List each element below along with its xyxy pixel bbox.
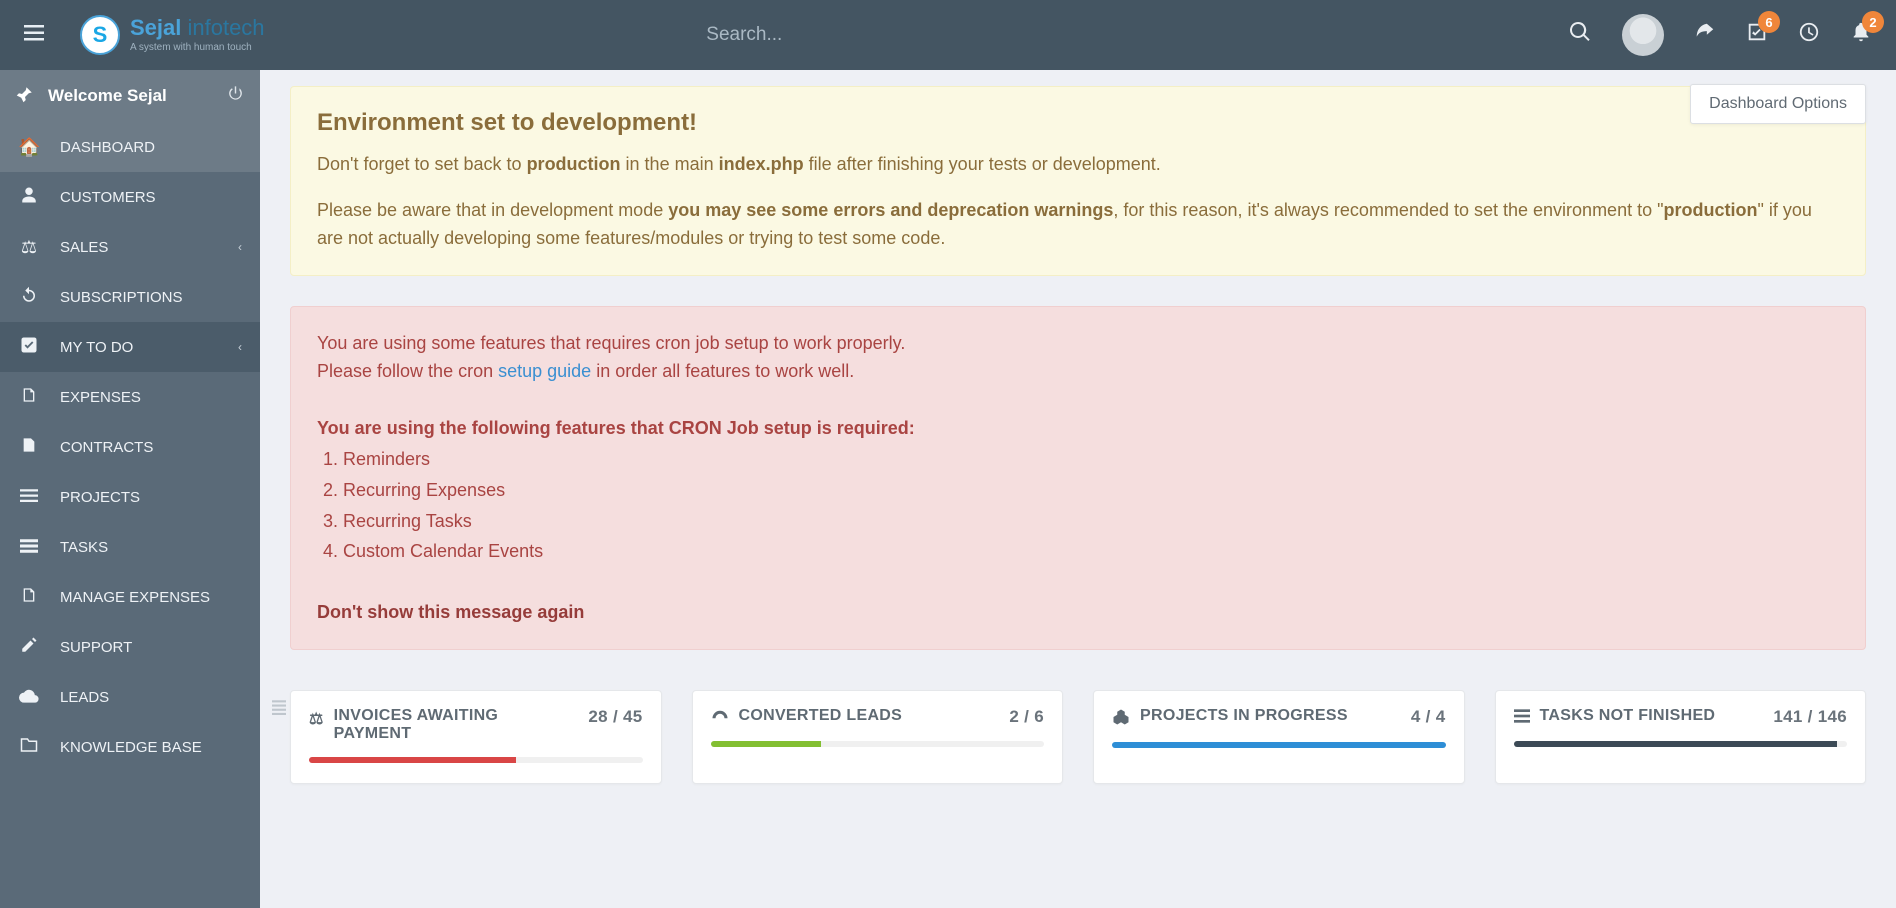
nav-label: SALES [60, 239, 108, 256]
dont-show-again-link[interactable]: Don't show this message again [317, 598, 1839, 627]
pin-icon [16, 85, 34, 108]
stat-card-projects[interactable]: PROJECTS IN PROGRESS 4 / 4 [1093, 690, 1465, 784]
stat-title: CONVERTED LEADS [739, 707, 1000, 725]
cron-required-heading: You are using the following features tha… [317, 414, 1839, 443]
drag-handle-icon[interactable] [272, 700, 286, 721]
cron-setup-guide-link[interactable]: setup guide [498, 361, 591, 381]
brand-name-secondary: infotech [181, 15, 264, 40]
nav-label: SUPPORT [60, 639, 132, 656]
tasks-icon[interactable]: 6 [1746, 21, 1768, 49]
doc-icon [18, 386, 40, 409]
stat-card-invoices[interactable]: ⚖ INVOICES AWAITING PAYMENT 28 / 45 [290, 690, 662, 784]
nav-manage-expenses[interactable]: MANAGE EXPENSES [0, 572, 260, 622]
nav-label: PROJECTS [60, 489, 140, 506]
cron-feature: Reminders [343, 445, 1839, 474]
folder-icon [18, 737, 40, 758]
list-check-icon [1514, 709, 1530, 728]
stat-count: 4 / 4 [1411, 707, 1446, 727]
brand-tagline: A system with human touch [130, 43, 265, 53]
check-square-icon [18, 336, 40, 359]
stat-count: 2 / 6 [1009, 707, 1044, 727]
menu-toggle-icon[interactable] [24, 24, 44, 47]
share-icon[interactable] [1694, 21, 1716, 49]
main-content: Dashboard Options Environment set to dev… [260, 70, 1896, 908]
cron-feature: Recurring Tasks [343, 507, 1839, 536]
env-alert-title: Environment set to development! [317, 109, 1839, 137]
bars-icon [18, 537, 40, 558]
cron-alert: You are using some features that require… [290, 306, 1866, 650]
bell-icon[interactable]: 2 [1850, 21, 1872, 49]
sidebar: Welcome Sejal 🏠 DASHBOARD CUSTOMERS ⚖ SALE… [0, 70, 260, 908]
nav-label: CUSTOMERS [60, 189, 156, 206]
refresh-icon [18, 286, 40, 309]
progress-bar [309, 757, 643, 763]
nav-projects[interactable]: PROJECTS [0, 472, 260, 522]
stat-count: 28 / 45 [588, 707, 642, 727]
cron-features-list: Reminders Recurring Expenses Recurring T… [323, 445, 1839, 566]
list-icon [18, 487, 40, 508]
nav-sales[interactable]: ⚖ SALES ‹ [0, 222, 260, 272]
nav-label: LEADS [60, 689, 109, 706]
tasks-badge: 6 [1758, 11, 1780, 33]
nav-expenses[interactable]: EXPENSES [0, 372, 260, 422]
brand-logo[interactable]: S Sejal infotech A system with human tou… [80, 15, 265, 55]
topbar: S Sejal infotech A system with human tou… [0, 0, 1896, 70]
nav-knowledge-base[interactable]: KNOWLEDGE BASE [0, 722, 260, 772]
stat-card-tasks[interactable]: TASKS NOT FINISHED 141 / 146 [1495, 690, 1867, 784]
dashboard-options-button[interactable]: Dashboard Options [1690, 84, 1866, 124]
cron-line1: You are using some features that require… [317, 329, 1839, 358]
progress-bar [1112, 742, 1446, 748]
nav-label: TASKS [60, 539, 108, 556]
logo-mark-icon: S [80, 15, 120, 55]
welcome-bar: Welcome Sejal [0, 70, 260, 122]
power-icon[interactable] [227, 85, 244, 107]
user-icon [18, 186, 40, 209]
gauge-icon [711, 709, 729, 728]
cron-feature: Recurring Expenses [343, 476, 1839, 505]
stat-title: TASKS NOT FINISHED [1540, 707, 1764, 725]
nav-subscriptions[interactable]: SUBSCRIPTIONS [0, 272, 260, 322]
nav-label: CONTRACTS [60, 439, 153, 456]
search-input[interactable] [706, 24, 1126, 46]
nav-dashboard[interactable]: 🏠 DASHBOARD [0, 122, 260, 172]
home-icon: 🏠 [18, 137, 40, 158]
nav-label: EXPENSES [60, 389, 141, 406]
cubes-icon [1112, 709, 1130, 730]
nav-label: DASHBOARD [60, 139, 155, 156]
avatar[interactable] [1622, 14, 1664, 56]
notifications-badge: 2 [1862, 11, 1884, 33]
nav-list: 🏠 DASHBOARD CUSTOMERS ⚖ SALES ‹ SUBSCRIPTIO… [0, 122, 260, 908]
stat-title: PROJECTS IN PROGRESS [1140, 707, 1401, 725]
clock-icon[interactable] [1798, 21, 1820, 49]
environment-alert: Environment set to development! Don't fo… [290, 86, 1866, 276]
progress-bar [1514, 741, 1848, 747]
nav-leads[interactable]: LEADS [0, 672, 260, 722]
brand-name-main: Sejal [130, 15, 181, 40]
nav-support[interactable]: SUPPORT [0, 622, 260, 672]
nav-contracts[interactable]: CONTRACTS [0, 422, 260, 472]
stats-row: ⚖ INVOICES AWAITING PAYMENT 28 / 45 CONV… [290, 690, 1866, 784]
stat-count: 141 / 146 [1773, 707, 1847, 727]
file-icon [18, 436, 40, 459]
scales-icon: ⚖ [309, 709, 324, 729]
doc-icon [18, 586, 40, 609]
scales-icon: ⚖ [18, 237, 40, 258]
nav-tasks[interactable]: TASKS [0, 522, 260, 572]
welcome-text: Welcome Sejal [48, 86, 213, 106]
stat-title: INVOICES AWAITING PAYMENT [334, 707, 579, 743]
nav-label: SUBSCRIPTIONS [60, 289, 183, 306]
cron-feature: Custom Calendar Events [343, 537, 1839, 566]
stat-card-leads[interactable]: CONVERTED LEADS 2 / 6 [692, 690, 1064, 784]
chevron-left-icon: ‹ [238, 240, 242, 254]
nav-my-todo[interactable]: MY TO DO ‹ [0, 322, 260, 372]
search-icon[interactable] [1568, 20, 1592, 50]
nav-customers[interactable]: CUSTOMERS [0, 172, 260, 222]
nav-label: MY TO DO [60, 339, 133, 356]
progress-bar [711, 741, 1045, 747]
pencil-icon [18, 636, 40, 659]
cloud-icon [18, 687, 40, 708]
nav-label: KNOWLEDGE BASE [60, 739, 202, 756]
chevron-left-icon: ‹ [238, 340, 242, 354]
nav-label: MANAGE EXPENSES [60, 589, 210, 606]
